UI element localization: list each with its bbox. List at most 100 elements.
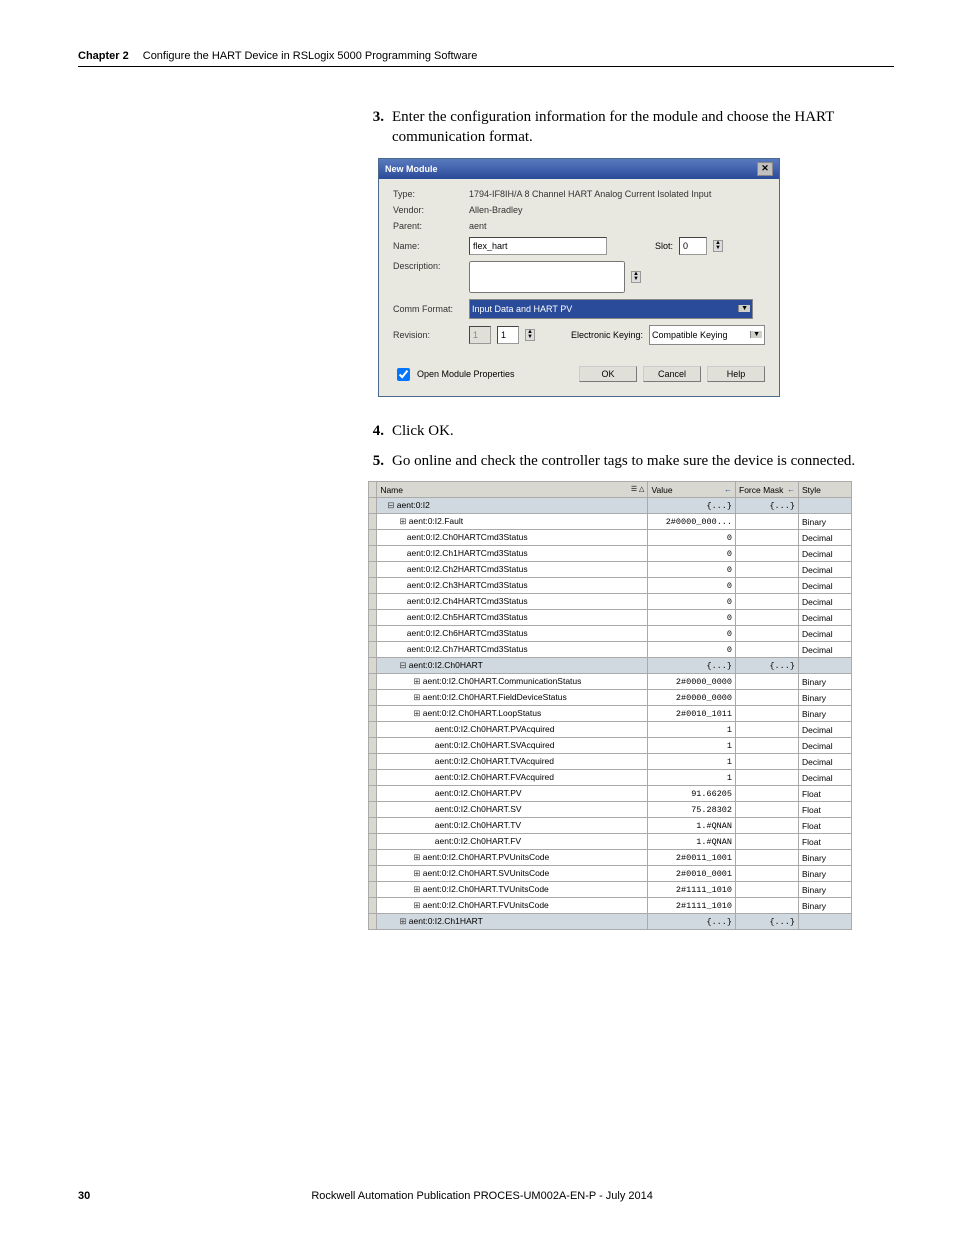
tag-style-cell[interactable]: Float (798, 834, 851, 850)
tag-name-cell[interactable]: · aent:0:I2.Ch0HART.PV (377, 786, 648, 802)
tag-style-cell[interactable]: Decimal (798, 530, 851, 546)
tag-name-cell[interactable]: · aent:0:I2.Ch4HARTCmd3Status (377, 594, 648, 610)
tag-name-cell[interactable]: · aent:0:I2.Ch0HART.SV (377, 802, 648, 818)
tag-force-cell[interactable] (736, 802, 799, 818)
tag-style-cell[interactable] (798, 914, 851, 930)
tag-value-cell[interactable]: 0 (648, 594, 736, 610)
tag-name-cell[interactable]: · aent:0:I2.Ch2HARTCmd3Status (377, 562, 648, 578)
tag-force-cell[interactable] (736, 754, 799, 770)
tag-force-cell[interactable] (736, 898, 799, 914)
tag-style-cell[interactable]: Decimal (798, 610, 851, 626)
tag-style-cell[interactable] (798, 658, 851, 674)
cancel-button[interactable]: Cancel (643, 366, 701, 382)
tag-style-cell[interactable]: Float (798, 802, 851, 818)
tag-force-cell[interactable] (736, 594, 799, 610)
tag-name-cell[interactable]: · aent:0:I2.Ch3HARTCmd3Status (377, 578, 648, 594)
tag-value-cell[interactable]: 0 (648, 610, 736, 626)
open-module-properties-input[interactable] (397, 368, 410, 381)
table-row[interactable]: · aent:0:I2.Ch6HARTCmd3Status0Decimal (369, 626, 852, 642)
tag-style-cell[interactable]: Binary (798, 866, 851, 882)
tag-force-cell[interactable] (736, 770, 799, 786)
tag-force-cell[interactable]: {...} (736, 914, 799, 930)
table-row[interactable]: · aent:0:I2.Ch3HARTCmd3Status0 Decimal (369, 578, 852, 594)
tag-value-cell[interactable]: 1.#QNAN (648, 818, 736, 834)
table-row[interactable]: · aent:0:I2.Ch0HART.PVAcquired1 Decimal (369, 722, 852, 738)
tag-style-cell[interactable] (798, 498, 851, 514)
tag-value-cell[interactable]: 1 (648, 738, 736, 754)
tag-force-cell[interactable] (736, 530, 799, 546)
tag-force-cell[interactable] (736, 834, 799, 850)
tag-style-cell[interactable]: Decimal (798, 546, 851, 562)
table-row[interactable]: · aent:0:I2.Ch1HARTCmd3Status0Decimal (369, 546, 852, 562)
tag-name-cell[interactable]: · aent:0:I2.Ch0HART.TV (377, 818, 648, 834)
tag-name-cell[interactable]: · aent:0:I2.Ch1HARTCmd3Status (377, 546, 648, 562)
table-row[interactable]: ⊞ aent:0:I2.Ch0HART.FieldDeviceStatus2#0… (369, 690, 852, 706)
tag-force-cell[interactable] (736, 626, 799, 642)
tag-force-cell[interactable] (736, 578, 799, 594)
tag-name-cell[interactable]: · aent:0:I2.Ch0HARTCmd3Status (377, 530, 648, 546)
tag-value-cell[interactable]: {...} (648, 498, 736, 514)
tag-force-cell[interactable] (736, 642, 799, 658)
tag-style-cell[interactable]: Decimal (798, 578, 851, 594)
tag-style-cell[interactable]: Decimal (798, 642, 851, 658)
tag-value-cell[interactable]: 2#0000_0000 (648, 690, 736, 706)
tag-name-cell[interactable]: ⊟ aent:0:I2.Ch0HART (377, 658, 648, 674)
tag-value-cell[interactable]: 0 (648, 562, 736, 578)
tag-style-cell[interactable]: Binary (798, 850, 851, 866)
tag-force-cell[interactable] (736, 818, 799, 834)
tag-force-cell[interactable] (736, 882, 799, 898)
tag-name-cell[interactable]: · aent:0:I2.Ch0HART.SVAcquired (377, 738, 648, 754)
table-row[interactable]: ⊞ aent:0:I2.Ch0HART.FVUnitsCode2#1111_10… (369, 898, 852, 914)
tag-name-cell[interactable]: · aent:0:I2.Ch0HART.TVAcquired (377, 754, 648, 770)
tag-force-cell[interactable] (736, 690, 799, 706)
table-row[interactable]: ⊞ aent:0:I2.Ch0HART.TVUnitsCode2#1111_10… (369, 882, 852, 898)
ok-button[interactable]: OK (579, 366, 637, 382)
tag-style-cell[interactable]: Float (798, 818, 851, 834)
tag-value-cell[interactable]: 0 (648, 530, 736, 546)
tag-name-cell[interactable]: ⊞ aent:0:I2.Ch0HART.LoopStatus (377, 706, 648, 722)
slot-input[interactable] (679, 237, 707, 255)
tag-name-cell[interactable]: · aent:0:I2.Ch0HART.PVAcquired (377, 722, 648, 738)
comm-format-select[interactable]: Input Data and HART PV ▼ (469, 299, 753, 319)
tag-style-cell[interactable]: Decimal (798, 562, 851, 578)
revision-minor-input[interactable] (497, 326, 519, 344)
tag-style-cell[interactable]: Binary (798, 514, 851, 530)
table-row[interactable]: ⊞ aent:0:I2.Ch0HART.PVUnitsCode2#0011_10… (369, 850, 852, 866)
col-force[interactable]: Force Mask ← (736, 482, 799, 498)
tag-style-cell[interactable]: Binary (798, 882, 851, 898)
tag-name-cell[interactable]: ⊞ aent:0:I2.Ch0HART.TVUnitsCode (377, 882, 648, 898)
table-row[interactable]: · aent:0:I2.Ch0HART.FV1.#QNANFloat (369, 834, 852, 850)
tag-name-cell[interactable]: ⊞ aent:0:I2.Ch0HART.FieldDeviceStatus (377, 690, 648, 706)
tag-style-cell[interactable]: Decimal (798, 594, 851, 610)
tag-value-cell[interactable]: 1 (648, 722, 736, 738)
table-row[interactable]: · aent:0:I2.Ch0HART.TV1.#QNAN Float (369, 818, 852, 834)
tag-name-cell[interactable]: · aent:0:I2.Ch0HART.FVAcquired (377, 770, 648, 786)
tag-value-cell[interactable]: 2#0000_000... (648, 514, 736, 530)
tag-force-cell[interactable] (736, 562, 799, 578)
tag-value-cell[interactable]: {...} (648, 914, 736, 930)
col-value[interactable]: Value ← (648, 482, 736, 498)
tag-value-cell[interactable]: 2#1111_1010 (648, 882, 736, 898)
description-input[interactable] (469, 261, 625, 293)
tag-style-cell[interactable]: Binary (798, 898, 851, 914)
tag-force-cell[interactable] (736, 546, 799, 562)
tag-force-cell[interactable] (736, 850, 799, 866)
tag-style-cell[interactable]: Binary (798, 690, 851, 706)
dialog-titlebar[interactable]: New Module ✕ (379, 159, 779, 179)
tag-style-cell[interactable]: Binary (798, 674, 851, 690)
tag-force-cell[interactable] (736, 706, 799, 722)
tag-value-cell[interactable]: 2#0010_1011 (648, 706, 736, 722)
tag-force-cell[interactable] (736, 722, 799, 738)
tag-name-cell[interactable]: ⊞ aent:0:I2.Ch1HART (377, 914, 648, 930)
tag-name-cell[interactable]: ⊞ aent:0:I2.Ch0HART.PVUnitsCode (377, 850, 648, 866)
open-module-properties-checkbox[interactable]: Open Module Properties (393, 365, 515, 384)
close-icon[interactable]: ✕ (757, 162, 773, 176)
table-row[interactable]: ⊞ aent:0:I2.Ch0HART.SVUnitsCode2#0010_00… (369, 866, 852, 882)
tag-force-cell[interactable] (736, 866, 799, 882)
tag-style-cell[interactable]: Decimal (798, 722, 851, 738)
table-row[interactable]: · aent:0:I2.Ch0HART.TVAcquired1Decimal (369, 754, 852, 770)
tag-force-cell[interactable] (736, 674, 799, 690)
tag-value-cell[interactable]: 0 (648, 626, 736, 642)
table-row[interactable]: · aent:0:I2.Ch0HART.PV91.66205Float (369, 786, 852, 802)
tag-value-cell[interactable]: 0 (648, 578, 736, 594)
